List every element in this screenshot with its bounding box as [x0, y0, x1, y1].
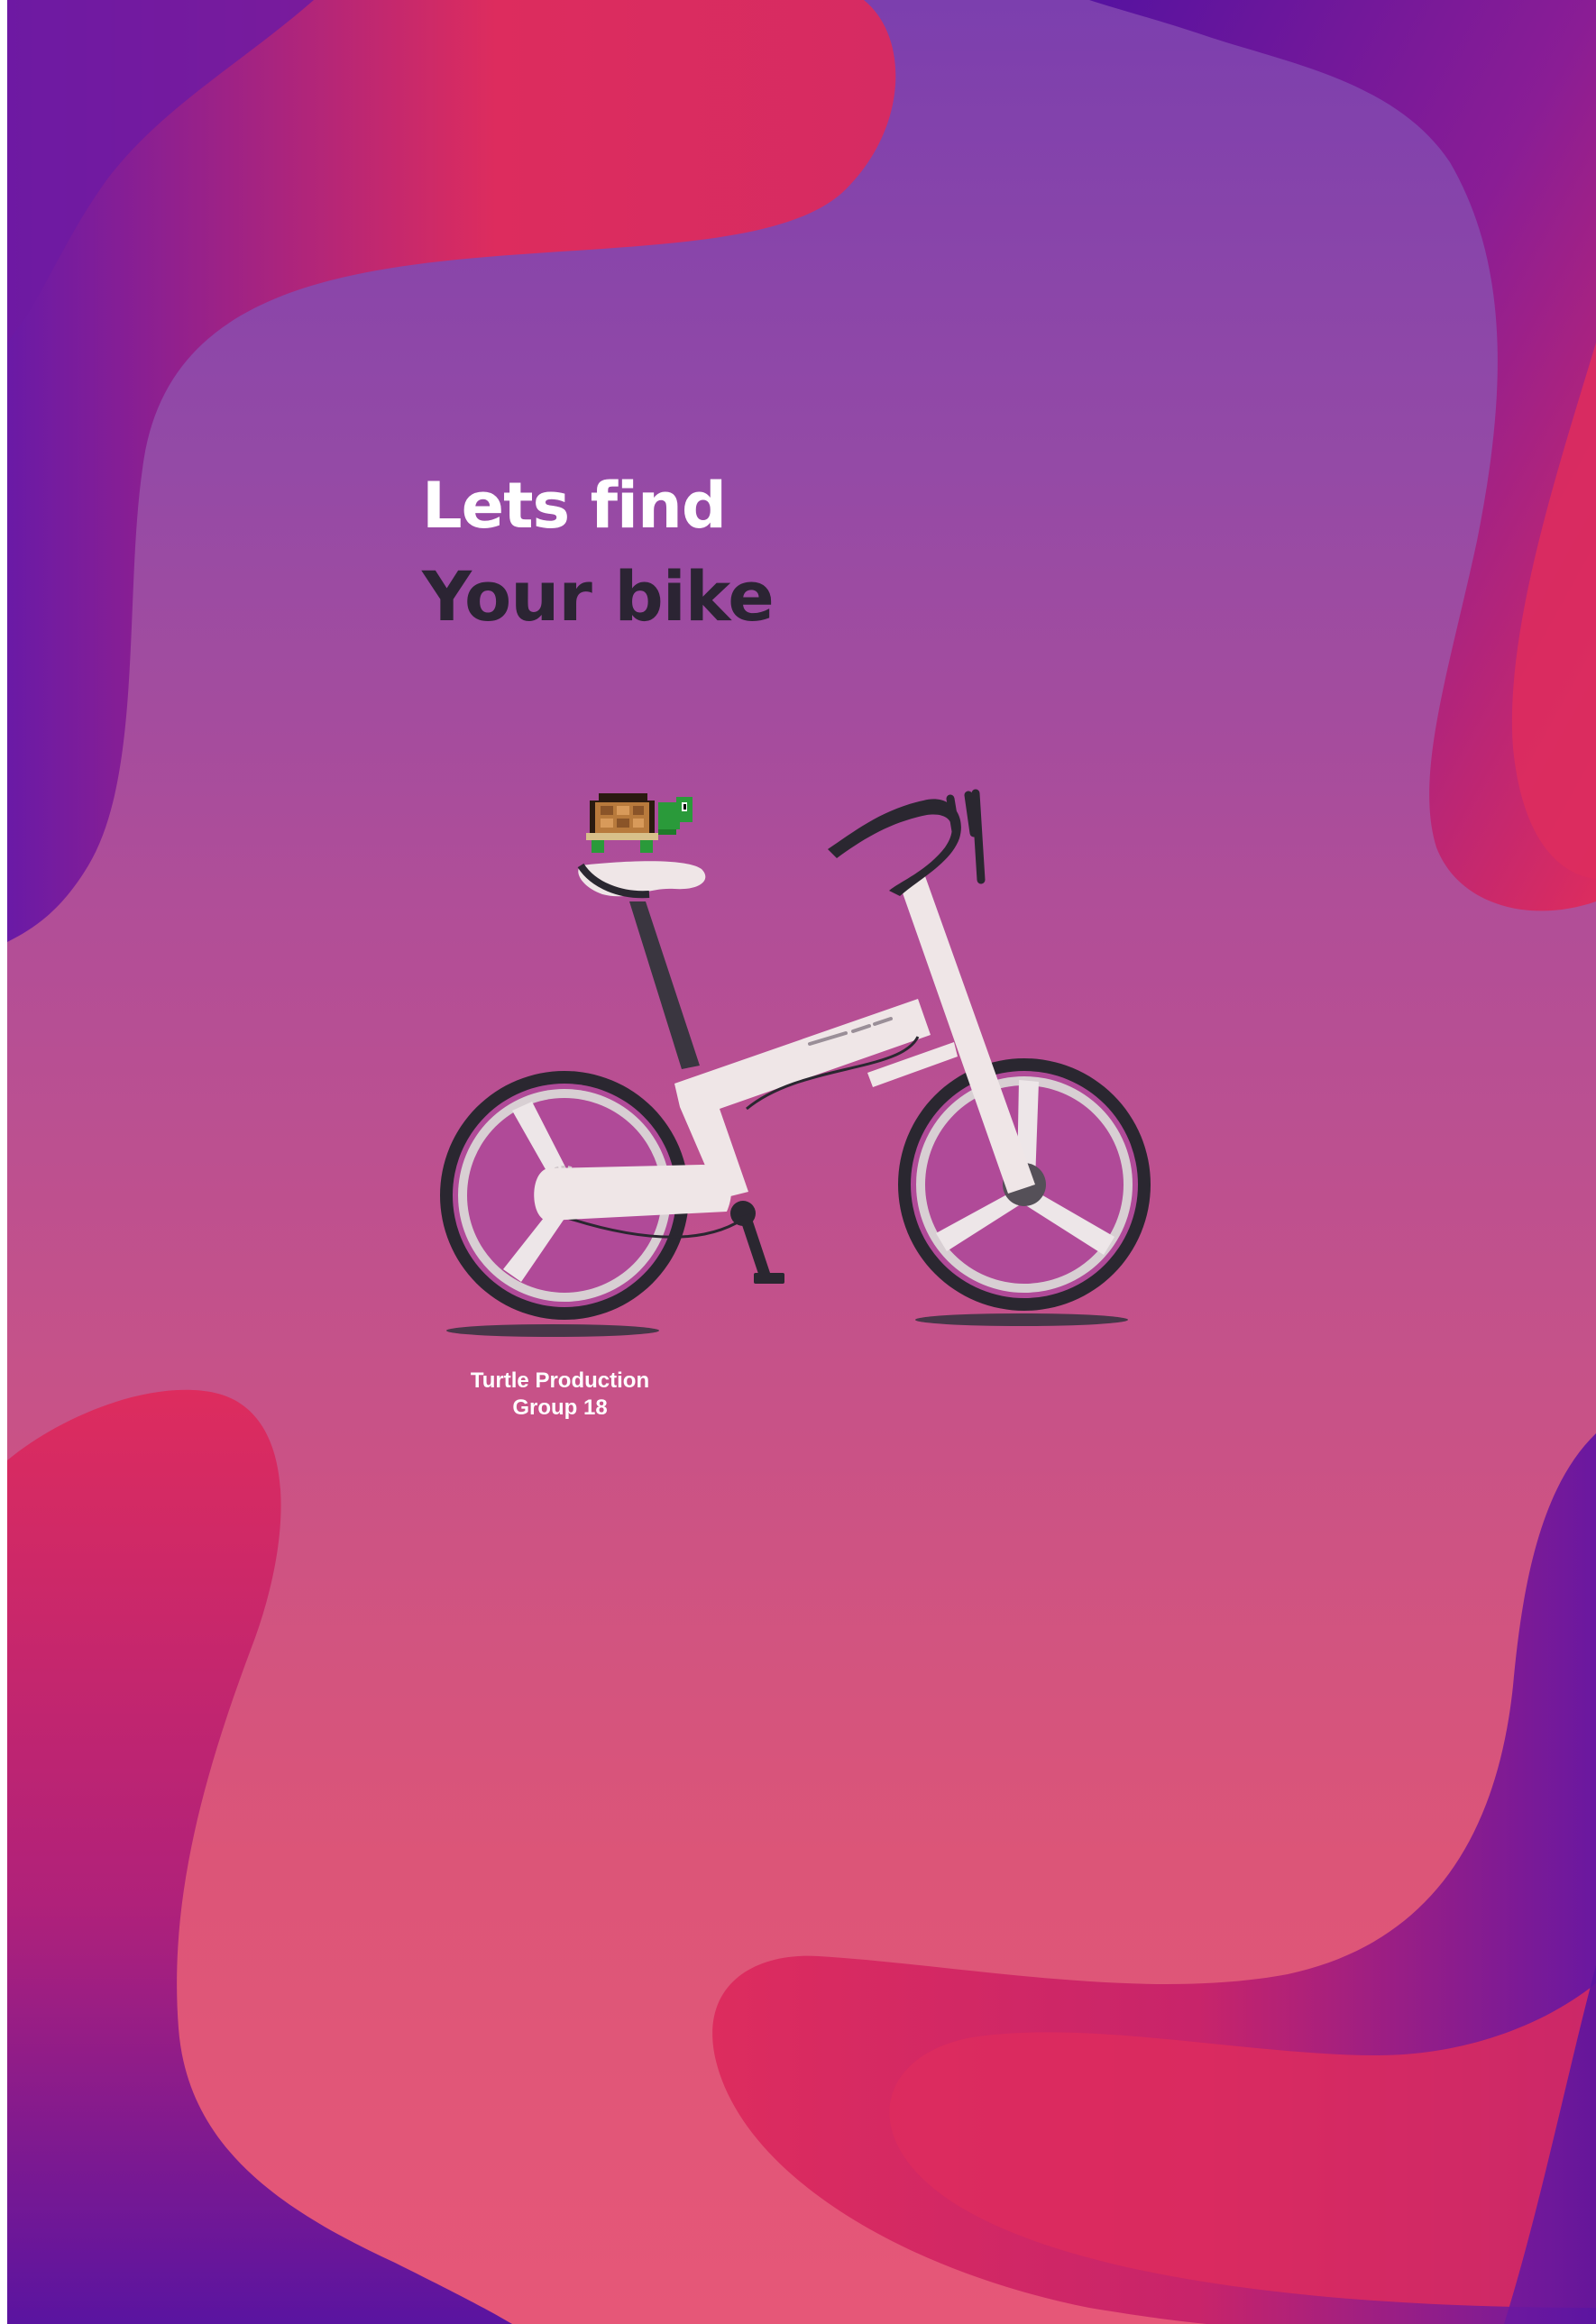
blob-bottom-left — [7, 1389, 512, 2324]
poster-canvas: Lets find Your bike Turtle Production Gr… — [7, 0, 1596, 2324]
handlebar — [828, 799, 961, 896]
credit-group-number: Group 18 — [512, 1395, 608, 1420]
rear-wheel-shadow — [446, 1324, 659, 1337]
headline-your-bike: Your bike — [422, 556, 775, 636]
credit-team-name: Turtle Production — [470, 1368, 650, 1393]
pixel-turtle-icon — [586, 793, 693, 853]
bicycle-illustration — [440, 789, 1151, 1337]
headline-lets-find: Lets find — [422, 469, 727, 543]
seat-post — [629, 901, 700, 1069]
pedal-arm — [739, 1213, 770, 1276]
front-wheel-shadow — [915, 1313, 1128, 1326]
turtle-shell — [586, 793, 658, 840]
pedal — [754, 1273, 784, 1284]
